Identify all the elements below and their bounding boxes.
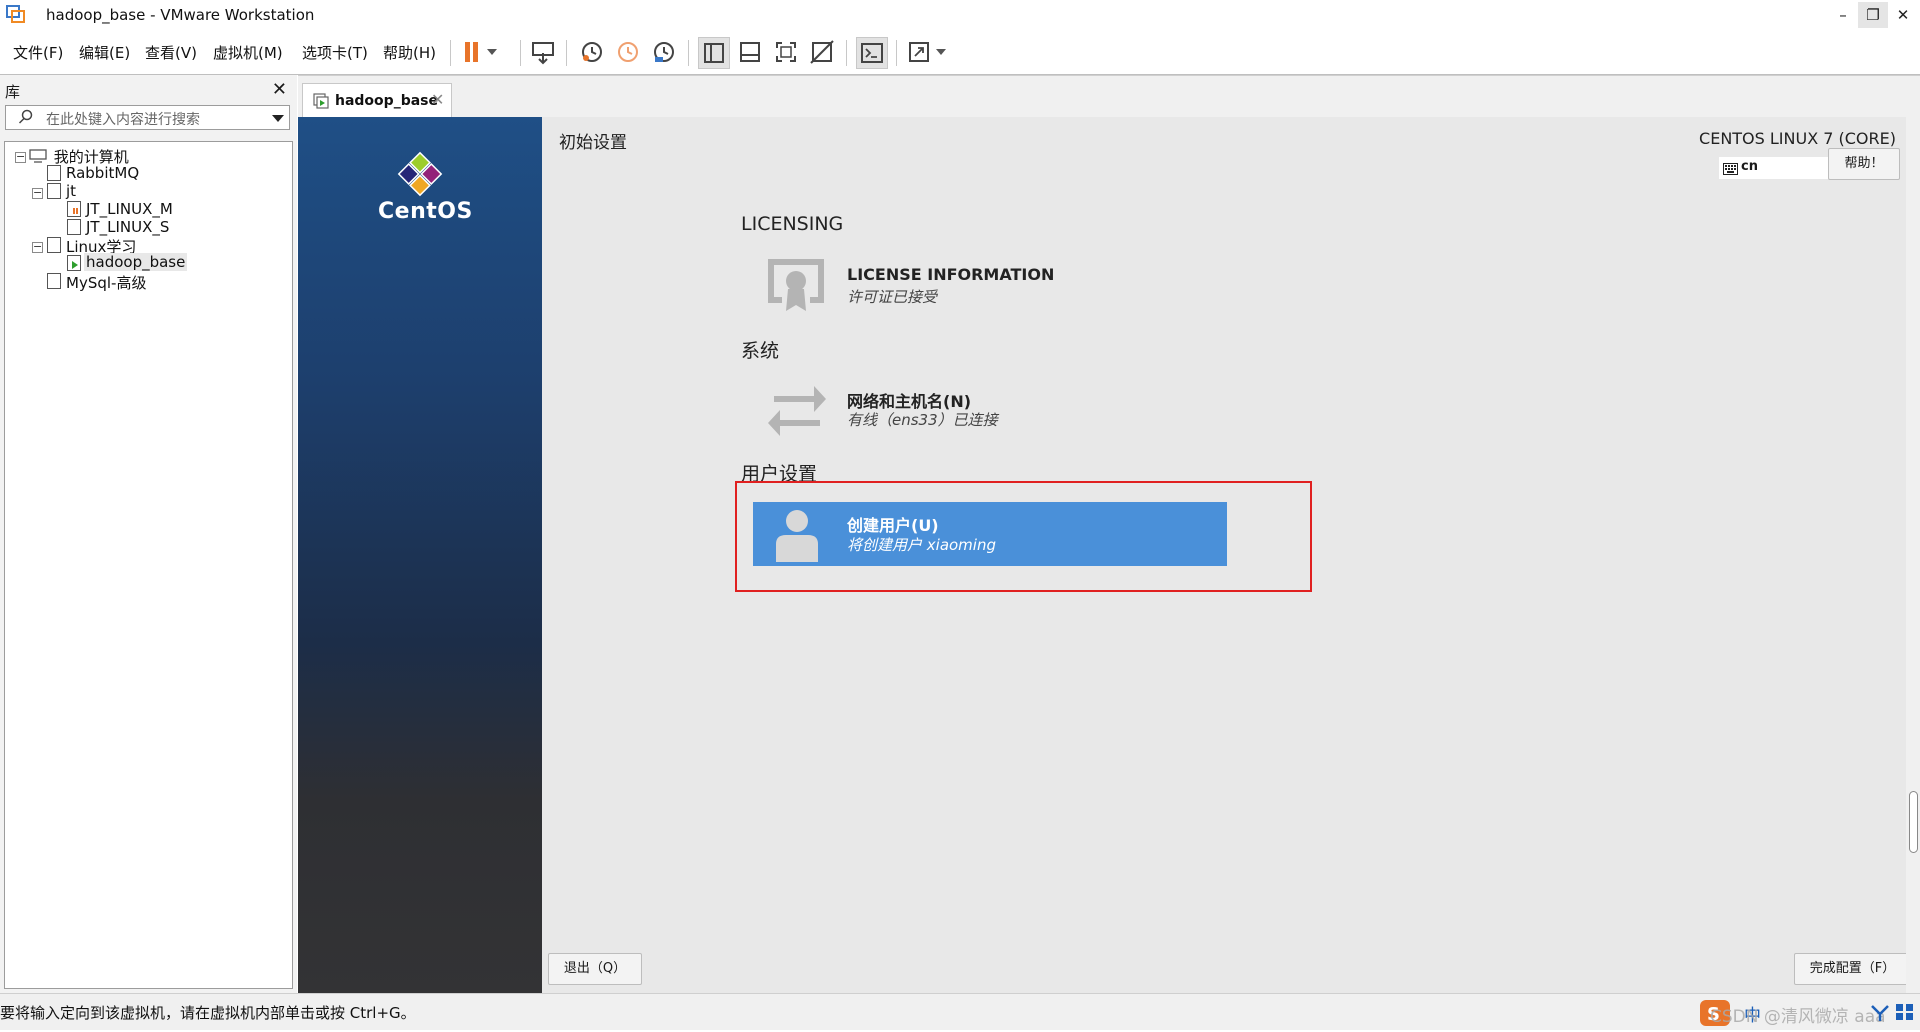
license-spoke-status: 许可证已接受 xyxy=(847,288,938,306)
vm-running-icon xyxy=(313,93,329,113)
console-view-icon[interactable] xyxy=(856,37,888,69)
installer-sidebar: CentOS xyxy=(298,117,542,993)
collapse-icon[interactable]: − xyxy=(32,241,43,253)
keyboard-layout-indicator[interactable]: cn xyxy=(1719,157,1834,179)
initial-setup-hub: 初始设置 CENTOS LINUX 7 (CORE) cn 帮助！ LICENS… xyxy=(542,117,1911,993)
search-icon xyxy=(18,109,34,129)
menu-help[interactable]: 帮助(H) xyxy=(383,42,436,63)
tab-strip: hadoop_base ✕ xyxy=(298,75,1920,118)
os-name: CENTOS LINUX 7 (CORE) xyxy=(1699,129,1896,148)
menu-view[interactable]: 查看(V) xyxy=(145,42,197,63)
vm-running-icon xyxy=(67,201,81,217)
csdn-watermark: CSDN @清风微凉 aaa xyxy=(1710,1007,1886,1027)
centos-logo-icon xyxy=(397,151,443,201)
library-panel: 库 ✕ 在此处键入内容进行搜索 − 我的计算机 RabbitMQ − jt JT… xyxy=(0,75,297,993)
quit-button[interactable]: 退出（Q） xyxy=(548,953,642,985)
tree-item-jt-linux-s[interactable]: JT_LINUX_S xyxy=(86,218,169,236)
finish-configuration-button[interactable]: 完成配置（F） xyxy=(1794,953,1911,985)
library-title: 库 xyxy=(5,83,21,101)
thumbnail-bar-icon[interactable] xyxy=(735,37,765,67)
tab-hadoop-base[interactable]: hadoop_base ✕ xyxy=(302,83,452,118)
tree-item-mysql[interactable]: MySql-高级 xyxy=(66,272,146,293)
scrollbar-thumb[interactable] xyxy=(1909,791,1918,853)
network-arrows-icon xyxy=(766,380,828,440)
annotation-highlight-box xyxy=(735,481,1312,592)
tab-close-icon[interactable]: ✕ xyxy=(431,90,444,109)
snapshot-manager-icon[interactable] xyxy=(649,37,679,67)
tree-item-jt-linux-m[interactable]: JT_LINUX_M xyxy=(86,200,173,218)
network-spoke-status: 有线（ens33）已连接 xyxy=(847,411,998,429)
library-close-icon[interactable]: ✕ xyxy=(272,79,287,100)
license-icon xyxy=(766,257,826,317)
page-title: 初始设置 xyxy=(559,133,627,153)
library-search-input[interactable]: 在此处键入内容进行搜索 xyxy=(5,105,290,130)
section-system: 系统 xyxy=(741,340,780,362)
search-placeholder: 在此处键入内容进行搜索 xyxy=(46,112,200,128)
title-bar: hadoop_base - VMware Workstation – ❐ ✕ xyxy=(0,0,1920,30)
collapse-icon[interactable]: − xyxy=(32,187,43,199)
restore-button[interactable]: ❐ xyxy=(1858,2,1888,28)
snapshot-icon[interactable] xyxy=(577,37,607,67)
menu-vm[interactable]: 虚拟机(M) xyxy=(213,42,283,63)
vm-icon xyxy=(47,165,61,181)
search-dropdown-icon[interactable] xyxy=(272,115,284,122)
license-spoke-title[interactable]: LICENSE INFORMATION xyxy=(847,265,1054,284)
vm-console[interactable]: CentOS 初始设置 CENTOS LINUX 7 (CORE) cn 帮助！… xyxy=(298,117,1911,993)
brand-name: CentOS xyxy=(378,199,473,224)
computer-icon xyxy=(29,149,47,163)
section-licensing: LICENSING xyxy=(741,213,844,235)
keyboard-layout-code: cn xyxy=(1741,159,1758,174)
keyboard-icon xyxy=(1723,161,1738,179)
folder-icon xyxy=(47,183,61,199)
vmware-app-icon xyxy=(6,5,26,24)
minimize-button[interactable]: – xyxy=(1828,2,1858,28)
vm-icon xyxy=(67,219,81,235)
tab-label: hadoop_base xyxy=(335,93,438,109)
menu-edit[interactable]: 编辑(E) xyxy=(79,42,130,63)
unity-icon[interactable] xyxy=(807,37,837,67)
status-bar: 要将输入定向到该虚拟机，请在虚拟机内部单击或按 Ctrl+G。 S 中 CSDN… xyxy=(0,993,1920,1030)
library-tree: − 我的计算机 RabbitMQ − jt JT_LINUX_M JT_LINU… xyxy=(4,141,293,989)
status-hint: 要将输入定向到该虚拟机，请在虚拟机内部单击或按 Ctrl+G。 xyxy=(0,1004,416,1022)
vm-icon xyxy=(47,273,61,289)
window-title: hadoop_base - VMware Workstation xyxy=(46,6,315,24)
revert-snapshot-icon[interactable] xyxy=(613,37,643,67)
menu-tabs[interactable]: 选项卡(T) xyxy=(302,42,368,63)
folder-icon xyxy=(47,237,61,253)
tree-item-rabbitmq[interactable]: RabbitMQ xyxy=(66,164,139,182)
send-ctrl-alt-del-icon[interactable] xyxy=(528,37,558,67)
tray-icons[interactable] xyxy=(1870,1002,1916,1030)
library-view-icon[interactable] xyxy=(698,37,730,69)
vm-running-icon xyxy=(67,255,81,271)
menu-file[interactable]: 文件(F) xyxy=(13,42,63,63)
tree-item-hadoop-base[interactable]: hadoop_base xyxy=(84,253,188,271)
pause-icon[interactable] xyxy=(462,37,502,67)
menu-toolbar: 文件(F) 编辑(E) 查看(V) 虚拟机(M) 选项卡(T) 帮助(H) xyxy=(0,30,1920,74)
tree-item-jt[interactable]: jt xyxy=(66,182,76,200)
help-button[interactable]: 帮助！ xyxy=(1828,148,1900,180)
full-screen-icon[interactable] xyxy=(771,37,801,67)
stretch-guest-icon[interactable] xyxy=(906,37,950,67)
collapse-icon[interactable]: − xyxy=(15,151,26,163)
vertical-scrollbar[interactable] xyxy=(1906,117,1920,993)
close-button[interactable]: ✕ xyxy=(1888,2,1918,28)
